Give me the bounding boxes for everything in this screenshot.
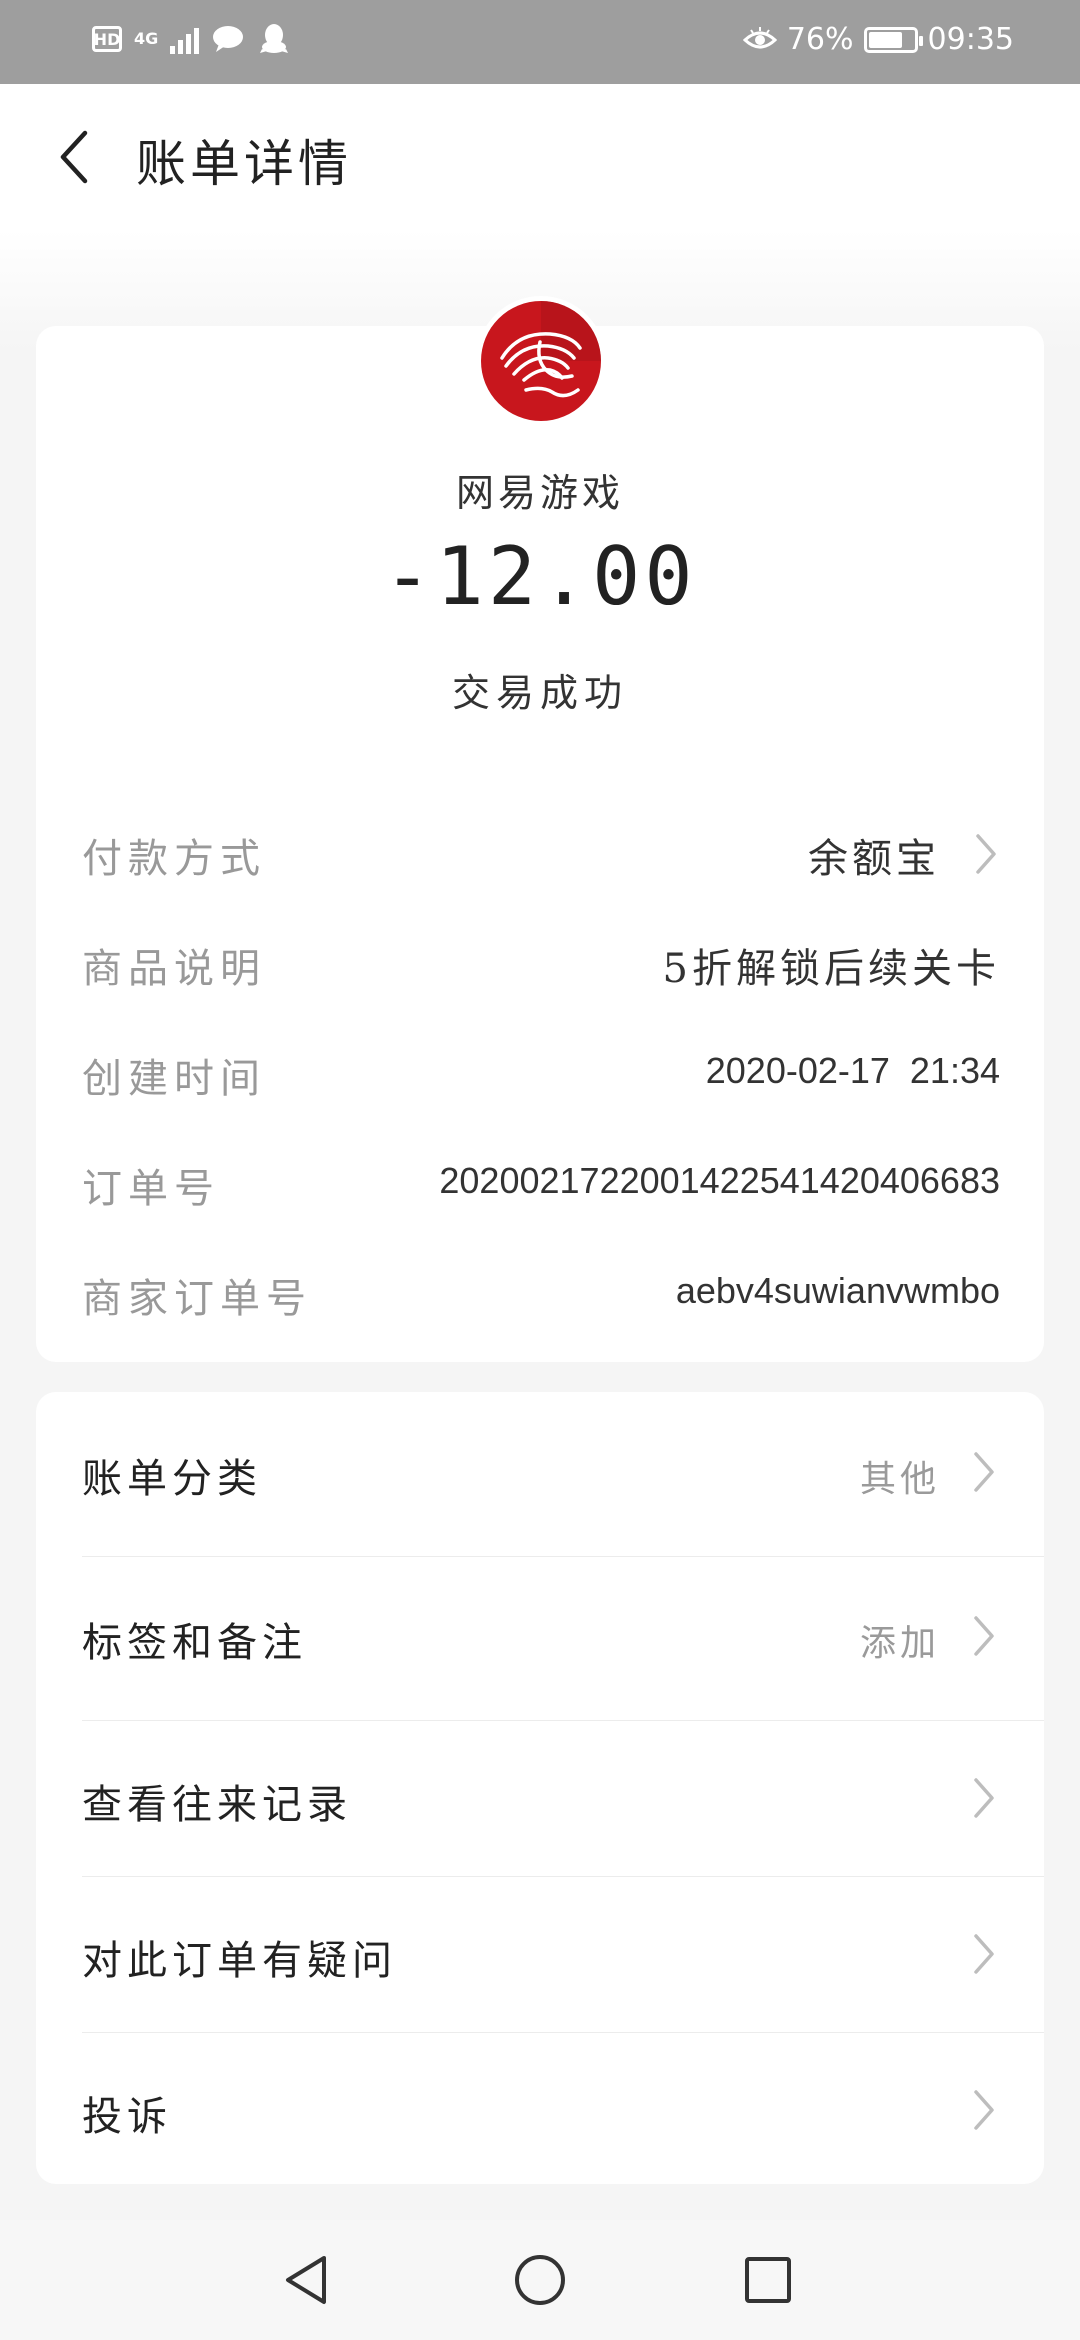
back-button[interactable]: [38, 120, 112, 194]
battery-percent: 76%: [786, 22, 854, 57]
detail-value: 5折解锁后续关卡: [662, 946, 1000, 992]
status-bar-left: HD 4G: [92, 22, 291, 56]
detail-row-product-description: 商品说明 5折解锁后续关卡: [82, 926, 1000, 998]
menu-value: 其他: [859, 1459, 940, 1500]
qq-icon: [260, 24, 289, 53]
detail-row-order-number: 订单号 2020021722001422541420406683: [82, 1146, 1000, 1218]
menu-label: 投诉: [82, 2094, 172, 2140]
chevron-right-icon: [974, 1778, 994, 1818]
chevron-left-icon: [60, 130, 88, 184]
menu-label: 账单分类: [82, 1456, 262, 1502]
menu-item-order-question[interactable]: 对此订单有疑问: [36, 1878, 1044, 2034]
status-bar-right: 76% 09:35: [742, 22, 1014, 57]
battery-icon: [863, 26, 923, 53]
detail-row-merchant-order-number: 商家订单号 aebv4suwianvwmbo: [82, 1256, 1000, 1328]
detail-label: 创建时间: [82, 1056, 266, 1102]
menu-label: 查看往来记录: [82, 1782, 352, 1828]
app-header: 账单详情: [0, 84, 1080, 232]
chevron-right-icon: [976, 834, 996, 874]
menu-label: 对此订单有疑问: [82, 1938, 397, 1984]
hd-text: HD: [93, 29, 121, 49]
divider: [82, 1556, 1044, 1557]
chevron-right-icon: [974, 1934, 994, 1974]
divider: [82, 1876, 1044, 1877]
home-circle-icon: [515, 2255, 565, 2305]
eye-icon: [742, 26, 777, 48]
system-nav-bar: [0, 2220, 1080, 2340]
menu-item-bill-category[interactable]: 账单分类 其他: [36, 1396, 1044, 1552]
netease-games-logo-icon: [481, 301, 601, 421]
detail-label: 付款方式: [82, 836, 266, 882]
transaction-status: 交易成功: [451, 671, 628, 715]
page-title: 账单详情: [136, 135, 352, 193]
detail-label: 商品说明: [82, 946, 266, 992]
signal-icon: [170, 24, 200, 54]
menu-item-complaint[interactable]: 投诉: [36, 2034, 1044, 2190]
merchant-logo: [476, 296, 606, 426]
menu-label: 标签和备注: [82, 1620, 307, 1666]
hd-icon: HD: [92, 26, 122, 52]
detail-value: 2020-02-17 21:34: [705, 1050, 1000, 1091]
chevron-right-icon: [974, 1452, 994, 1492]
detail-row-created-time: 创建时间 2020-02-17 21:34: [82, 1036, 1000, 1108]
recent-square-icon: [745, 2257, 791, 2303]
detail-row-payment-method[interactable]: 付款方式 余额宝: [82, 816, 1000, 888]
detail-value: aebv4suwianvwmbo: [675, 1270, 1000, 1311]
status-bar: HD 4G 76% 09:35: [0, 0, 1080, 84]
menu-value: 添加: [859, 1623, 940, 1664]
merchant-name: 网易游戏: [455, 471, 624, 515]
transaction-amount: -12.00: [383, 530, 697, 623]
message-icon: [213, 26, 244, 52]
divider: [82, 2032, 1044, 2033]
menu-item-view-records[interactable]: 查看往来记录: [36, 1722, 1044, 1878]
detail-value: 余额宝: [808, 836, 940, 882]
clock: 09:35: [927, 22, 1014, 57]
nav-home-button[interactable]: [504, 2244, 576, 2316]
detail-value: 2020021722001422541420406683: [439, 1160, 1000, 1201]
battery-level: [868, 31, 902, 48]
detail-label: 订单号: [82, 1166, 220, 1212]
chevron-right-icon: [974, 1616, 994, 1656]
menu-item-tags-notes[interactable]: 标签和备注 添加: [36, 1560, 1044, 1716]
network-type: 4G: [134, 29, 159, 48]
divider: [82, 1720, 1044, 1721]
chevron-right-icon: [974, 2090, 994, 2130]
detail-label: 商家订单号: [82, 1276, 312, 1322]
back-triangle-icon: [286, 2256, 326, 2304]
nav-recent-button[interactable]: [732, 2244, 804, 2316]
nav-back-button[interactable]: [272, 2244, 344, 2316]
